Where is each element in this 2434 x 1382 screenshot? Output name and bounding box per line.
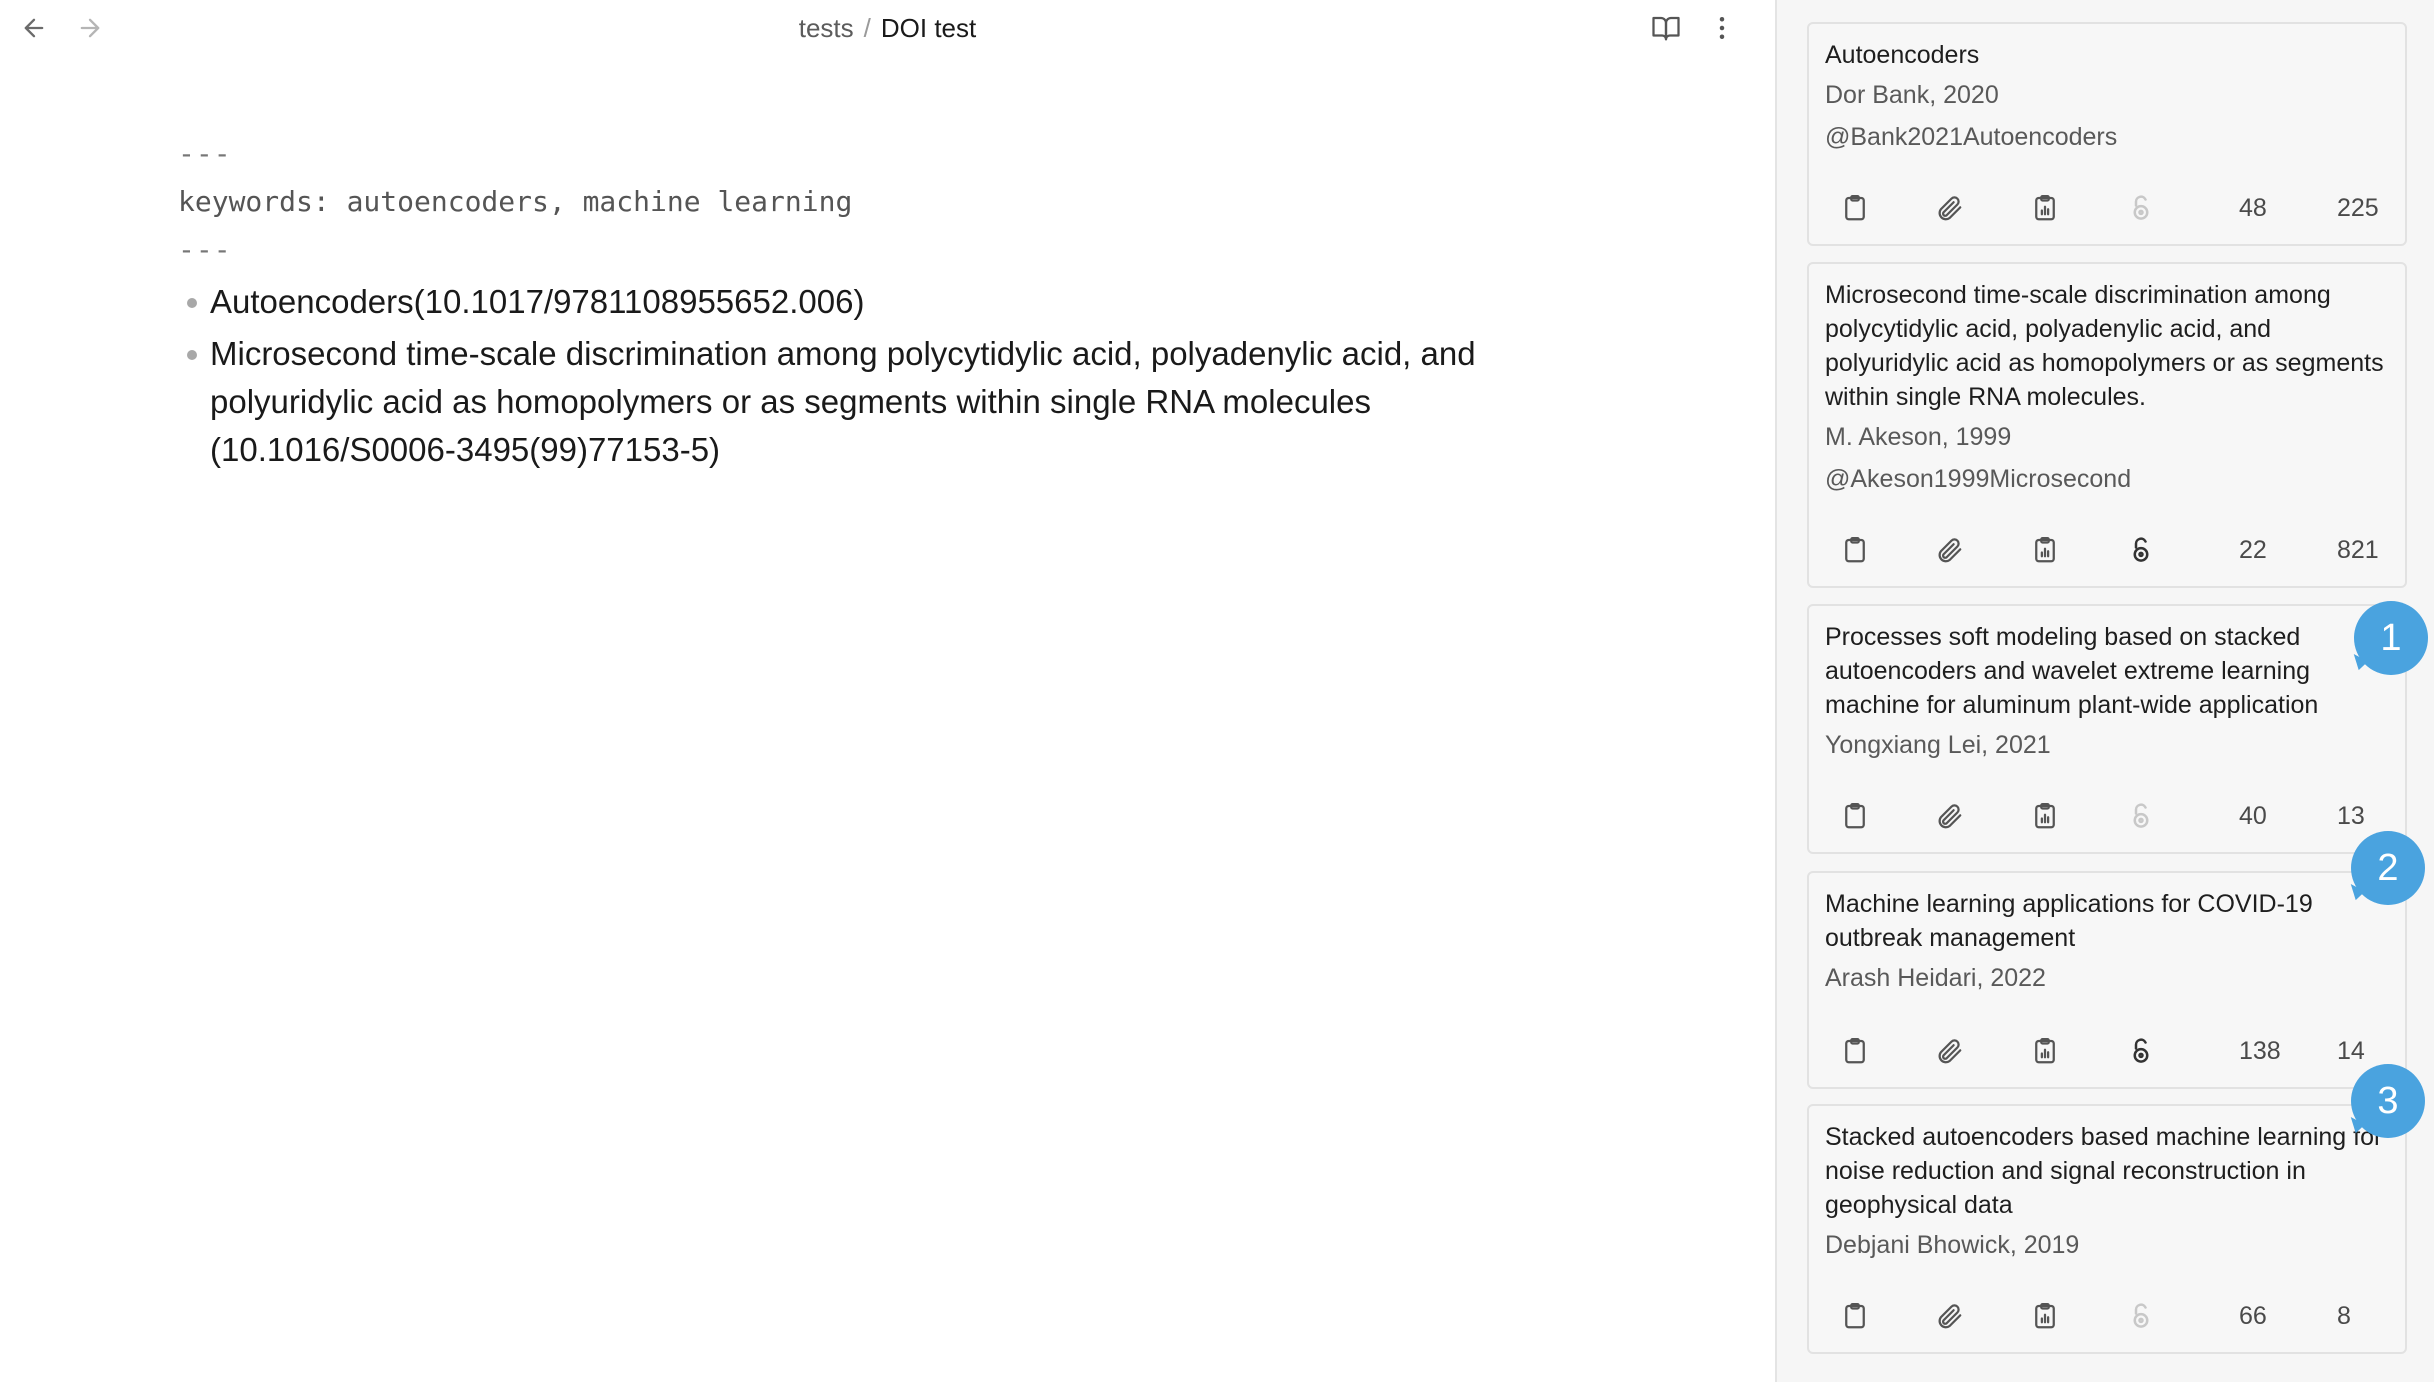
copy-citation-button[interactable]	[1835, 530, 1875, 570]
citation-author-year: Debjani Bhowick, 2019	[1825, 1231, 2080, 1259]
citations-sidebar: Autoencoders Dor Bank, 2020 @Bank2021Autoe…	[1777, 0, 2434, 1382]
citation-actions: 66 8	[1825, 1296, 2389, 1336]
open-access-button[interactable]	[2121, 1296, 2161, 1336]
book-open-icon	[1652, 16, 1680, 41]
lock-open-icon	[2126, 535, 2156, 565]
copy-citation-button[interactable]	[1835, 796, 1875, 836]
frontmatter-delimiter: ---	[178, 233, 232, 266]
step-badge: 1	[2354, 601, 2428, 675]
citation-count: 225	[2337, 194, 2379, 222]
attachment-button[interactable]	[1929, 530, 1969, 570]
citation-title: Microsecond time-scale discrimination am…	[1825, 281, 2384, 411]
citation-report-button[interactable]	[2025, 1031, 2065, 1071]
citation-report-button[interactable]	[2025, 1296, 2065, 1336]
bullet-icon	[187, 298, 197, 308]
citation-author-year: Dor Bank, 2020	[1825, 81, 1999, 109]
clipboard-chart-icon	[2030, 1036, 2060, 1066]
reference-count: 40	[2239, 802, 2267, 830]
clipboard-icon	[1840, 193, 1870, 223]
clipboard-icon	[1840, 535, 1870, 565]
bullet-icon	[187, 350, 197, 360]
citation-card[interactable]: Machine learning applications for COVID-…	[1807, 871, 2407, 1089]
citation-card[interactable]: Stacked autoencoders based machine learn…	[1807, 1104, 2407, 1354]
note-title[interactable]: DOI test	[881, 13, 976, 43]
breadcrumb: tests / DOI test	[0, 12, 1775, 44]
clipboard-icon	[1840, 1036, 1870, 1066]
clipboard-chart-icon	[2030, 535, 2060, 565]
copy-citation-button[interactable]	[1835, 1031, 1875, 1071]
copy-citation-button[interactable]	[1835, 1296, 1875, 1336]
citation-count: 8	[2337, 1302, 2351, 1330]
citation-report-button[interactable]	[2025, 188, 2065, 228]
paperclip-icon	[1934, 535, 1964, 565]
citation-title: Machine learning applications for COVID-…	[1825, 890, 2313, 952]
citation-report-button[interactable]	[2025, 796, 2065, 836]
clipboard-chart-icon	[2030, 193, 2060, 223]
paperclip-icon	[1934, 801, 1964, 831]
citation-key: @Bank2021Autoencoders	[1825, 123, 2118, 151]
citation-title: Processes soft modeling based on stacked…	[1825, 623, 2319, 719]
citation-author-year: Arash Heidari, 2022	[1825, 964, 2046, 992]
citation-card[interactable]: Microsecond time-scale discrimination am…	[1807, 262, 2407, 588]
editor-header: tests / DOI test	[0, 0, 1775, 56]
citation-report-button[interactable]	[2025, 530, 2065, 570]
reference-count: 48	[2239, 194, 2267, 222]
step-badge: 3	[2351, 1064, 2425, 1138]
paperclip-icon	[1934, 1301, 1964, 1331]
citation-card[interactable]: Autoencoders Dor Bank, 2020 @Bank2021Autoe…	[1807, 22, 2407, 246]
attachment-button[interactable]	[1929, 1031, 1969, 1071]
citation-author-year: Yongxiang Lei, 2021	[1825, 731, 2051, 759]
frontmatter-delimiter: ---	[178, 137, 232, 170]
lock-open-icon	[2126, 1301, 2156, 1331]
list-item: Microsecond time-scale discrimination am…	[178, 330, 1498, 474]
citation-title: Autoencoders	[1825, 41, 1980, 69]
citation-count: 14	[2337, 1037, 2365, 1065]
frontmatter-keywords: keywords: autoencoders, machine learning	[178, 185, 853, 218]
open-access-button[interactable]	[2121, 796, 2161, 836]
citation-author-year: M. Akeson, 1999	[1825, 423, 2012, 451]
note-content[interactable]: --- keywords: autoencoders, machine lear…	[178, 130, 1498, 478]
citation-actions: 40 13	[1825, 796, 2389, 836]
list-item-text: Autoencoders(10.1017/9781108955652.006)	[210, 283, 865, 320]
list-item-text: Microsecond time-scale discrimination am…	[210, 335, 1476, 468]
open-access-button[interactable]	[2121, 530, 2161, 570]
citation-actions: 138 14	[1825, 1031, 2389, 1071]
reference-count: 22	[2239, 536, 2267, 564]
breadcrumb-folder[interactable]: tests	[799, 13, 854, 43]
reference-list: Autoencoders(10.1017/9781108955652.006) …	[178, 278, 1498, 474]
copy-citation-button[interactable]	[1835, 188, 1875, 228]
lock-open-icon	[2126, 801, 2156, 831]
paperclip-icon	[1934, 193, 1964, 223]
citation-card[interactable]: Processes soft modeling based on stacked…	[1807, 604, 2407, 854]
reference-count: 66	[2239, 1302, 2267, 1330]
clipboard-chart-icon	[2030, 801, 2060, 831]
open-access-button[interactable]	[2121, 1031, 2161, 1071]
editor-pane: tests / DOI test --- keywords: autoencoder…	[0, 0, 1775, 1382]
citation-count: 821	[2337, 536, 2379, 564]
paperclip-icon	[1934, 1036, 1964, 1066]
attachment-button[interactable]	[1929, 188, 1969, 228]
attachment-button[interactable]	[1929, 1296, 1969, 1336]
reference-count: 138	[2239, 1037, 2281, 1065]
breadcrumb-separator: /	[863, 13, 871, 43]
citation-actions: 48 225	[1825, 188, 2389, 228]
citation-title: Stacked autoencoders based machine learn…	[1825, 1123, 2383, 1219]
citation-key: @Akeson1999Microsecond	[1825, 465, 2132, 493]
citation-count: 13	[2337, 802, 2365, 830]
clipboard-icon	[1840, 801, 1870, 831]
list-item: Autoencoders(10.1017/9781108955652.006)	[178, 278, 1498, 326]
attachment-button[interactable]	[1929, 796, 1969, 836]
reading-view-button[interactable]	[1646, 8, 1686, 48]
citation-actions: 22 821	[1825, 530, 2389, 570]
step-badge: 2	[2351, 831, 2425, 905]
clipboard-chart-icon	[2030, 1301, 2060, 1331]
clipboard-icon	[1840, 1301, 1870, 1331]
app-window: tests / DOI test --- keywords: autoencoder…	[0, 0, 2434, 1382]
more-options-button[interactable]	[1702, 8, 1742, 48]
open-access-button[interactable]	[2121, 188, 2161, 228]
more-vertical-icon	[1719, 17, 1725, 39]
lock-open-icon	[2126, 1036, 2156, 1066]
lock-open-icon	[2126, 193, 2156, 223]
